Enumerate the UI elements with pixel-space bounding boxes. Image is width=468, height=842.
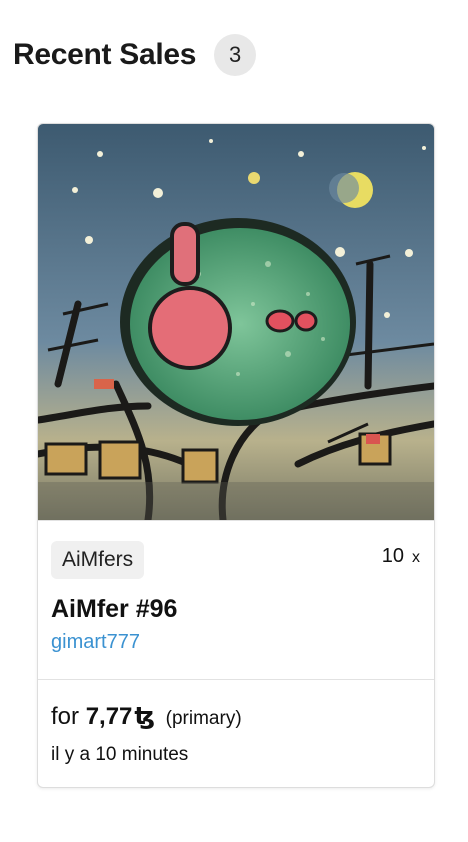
sale-type: (primary) [165,708,242,729]
price-line: for 7,77ꜩ (primary) [51,702,242,731]
sale-card[interactable]: AiMfers 10 x AiMfer #96 gimart777 for 7,7… [37,123,435,788]
collection-tag[interactable]: AiMfers [51,541,145,579]
tez-currency-icon: ꜩ [134,703,155,730]
price-prefix: for [51,703,80,730]
token-name[interactable]: AiMfer #96 [51,595,177,624]
edition-count-value: 10 [381,545,404,567]
sales-count-badge: 3 [214,34,257,76]
creator-link[interactable]: gimart777 [51,631,140,654]
artwork-image[interactable] [38,124,434,520]
sale-time: il y a 10 minutes [51,744,189,765]
price-amount: 7,77 [85,703,133,730]
edition-multiplier: x [412,549,420,566]
section-title: Recent Sales [13,38,197,71]
sale-card-footer: for 7,77ꜩ (primary) il y a 10 minutes [38,679,434,787]
sale-card-body: AiMfers 10 x AiMfer #96 gimart777 [38,520,434,680]
recent-sales-header: Recent Sales 3 [13,34,257,76]
edition-count: 10 x [382,545,420,568]
